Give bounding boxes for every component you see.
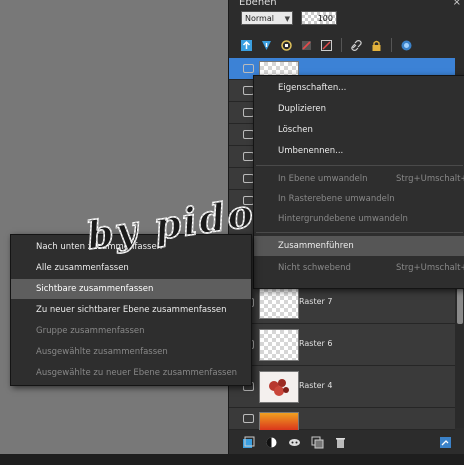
layer-name: Raster 6 — [299, 339, 333, 348]
layers-bottom-toolbar — [229, 430, 464, 454]
menu-item-rename[interactable]: Umbenennen... — [254, 141, 464, 161]
layer-scrollbar[interactable] — [455, 278, 464, 428]
menu-item-convert-to-layer[interactable]: In Ebene umwandeln Strg+Umschalt+F — [254, 169, 464, 189]
blend-mode-value: Normal — [245, 14, 274, 23]
menu-divider — [256, 165, 463, 166]
menu-item-properties[interactable]: Eigenschaften... — [254, 78, 464, 98]
menu-item-duplicate[interactable]: Duplizieren — [254, 99, 464, 119]
toolbar-divider — [391, 38, 392, 52]
menu-item-shortcut: Strg+Umschalt+F — [396, 174, 464, 184]
svg-text:by pido: by pido — [84, 190, 252, 258]
layers-toolbar — [239, 36, 414, 54]
submenu-item-merge-all[interactable]: Alle zusammenfassen — [11, 258, 251, 278]
chevron-down-icon: ▼ — [284, 15, 290, 23]
menu-item-convert-background[interactable]: Hintergrundebene umwandeln — [254, 209, 464, 229]
layer-thumbnail — [259, 287, 299, 319]
link-icon[interactable] — [349, 38, 364, 53]
new-group-icon[interactable] — [279, 38, 294, 53]
new-raster-layer-icon[interactable] — [239, 38, 254, 53]
new-layer-icon[interactable] — [241, 435, 256, 450]
layer-row[interactable] — [229, 408, 455, 432]
adjustment-layer-icon[interactable] — [264, 435, 279, 450]
signature-watermark: by pido by pido — [83, 189, 252, 258]
layer-context-menu: Eigenschaften... Duplizieren Löschen Umb… — [253, 75, 464, 289]
opacity-input[interactable]: 100 — [301, 11, 337, 25]
visibility-eye-icon[interactable] — [243, 414, 254, 423]
submenu-item-merge-selected-to-new[interactable]: Ausgewählte zu neuer Ebene zusammenfasse… — [11, 363, 251, 383]
submenu-item-merge-visible[interactable]: Sichtbare zusammenfassen — [11, 279, 251, 299]
menu-item-convert-to-raster[interactable]: In Rasterebene umwandeln — [254, 189, 464, 209]
mask-layer-icon[interactable] — [287, 435, 302, 450]
close-icon[interactable]: × — [453, 0, 461, 8]
delete-layer-icon[interactable] — [299, 38, 314, 53]
layer-row-raster-6[interactable]: Raster 6 — [229, 324, 455, 366]
layer-thumbnail — [259, 371, 299, 403]
submenu-item-merge-to-new-visible[interactable]: Zu neuer sichtbarer Ebene zusammenfassen — [11, 300, 251, 320]
toolbar-divider — [341, 38, 342, 52]
layer-thumbnail — [259, 329, 299, 361]
properties-icon[interactable] — [438, 435, 453, 450]
layer-name: Raster 4 — [299, 381, 333, 390]
menu-item-label: In Ebene umwandeln — [278, 174, 368, 184]
layer-thumbnail — [259, 412, 299, 432]
visibility-eye-icon[interactable] — [243, 64, 254, 73]
menu-item-not-floating[interactable]: Nicht schwebend Strg+Umschalt+F — [254, 258, 464, 278]
mask-icon[interactable] — [319, 38, 334, 53]
scrollbar-thumb[interactable] — [457, 288, 463, 324]
mask-layer-icon[interactable] — [399, 38, 414, 53]
blend-mode-select[interactable]: Normal ▼ — [241, 11, 293, 25]
submenu-item-merge-selected[interactable]: Ausgewählte zusammenfassen — [11, 342, 251, 362]
menu-divider — [256, 232, 463, 233]
duplicate-layer-icon[interactable] — [310, 435, 325, 450]
menu-item-merge[interactable]: Zusammenführen — [254, 236, 464, 256]
menu-item-shortcut: Strg+Umschalt+F — [396, 263, 464, 273]
lock-icon[interactable] — [369, 38, 384, 53]
panel-title: Ebenen — [239, 0, 277, 8]
menu-item-label: Nicht schwebend — [278, 263, 351, 273]
new-vector-layer-icon[interactable] — [259, 38, 274, 53]
submenu-item-merge-group[interactable]: Gruppe zusammenfassen — [11, 321, 251, 341]
layer-row-raster-4[interactable]: Raster 4 — [229, 366, 455, 408]
status-bar — [0, 454, 464, 465]
delete-layer-icon[interactable] — [333, 435, 348, 450]
menu-item-delete[interactable]: Löschen — [254, 120, 464, 140]
layer-name: Raster 7 — [299, 297, 333, 306]
